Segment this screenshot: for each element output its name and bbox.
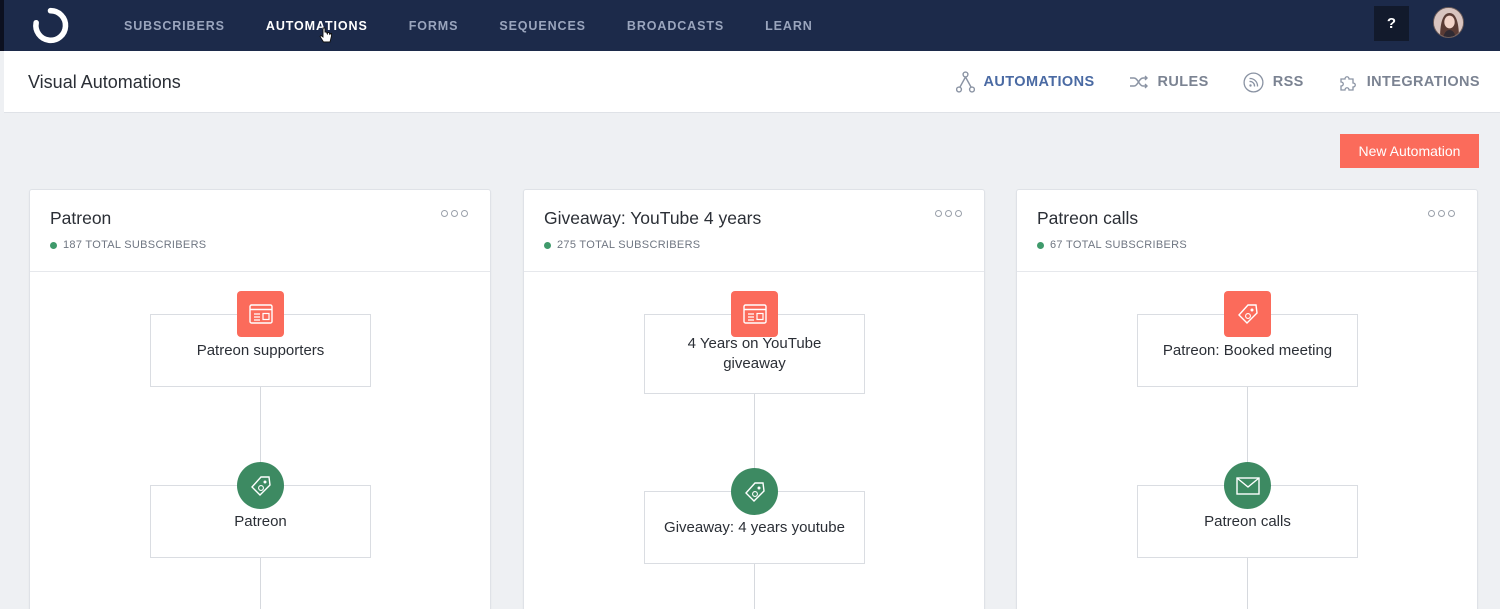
main-nav: SUBSCRIBERS AUTOMATIONS FORMS SEQUENCES … (124, 0, 854, 51)
card-stat-text: 67 TOTAL SUBSCRIBERS (1050, 239, 1188, 251)
tab-integrations[interactable]: INTEGRATIONS (1338, 72, 1480, 92)
card-subscriber-count: 275 TOTAL SUBSCRIBERS (544, 239, 700, 251)
rss-icon (1243, 71, 1264, 93)
card-title[interactable]: Giveaway: YouTube 4 years (544, 208, 761, 229)
user-avatar[interactable] (1433, 7, 1464, 38)
page-title: Visual Automations (28, 72, 181, 92)
card-header: Giveaway: YouTube 4 years 275 TOTAL SUBS… (524, 190, 984, 272)
node-label: Patreon (234, 512, 287, 530)
tab-integrations-label: INTEGRATIONS (1366, 74, 1480, 90)
status-dot-icon (50, 241, 57, 249)
automation-tree-icon (955, 71, 975, 93)
card-subscriber-count: 187 TOTAL SUBSCRIBERS (50, 239, 206, 251)
new-automation-button[interactable]: New Automation (1340, 134, 1479, 168)
more-options-icon[interactable] (932, 210, 962, 217)
node-label: 4 Years on YouTube giveaway (687, 335, 822, 372)
envelope-icon (1224, 462, 1271, 509)
tab-rss[interactable]: RSS (1243, 71, 1304, 93)
status-dot-icon (544, 241, 551, 249)
form-icon (731, 291, 778, 337)
top-navbar: SUBSCRIBERS AUTOMATIONS FORMS SEQUENCES … (0, 0, 1500, 51)
node-label: Giveaway: 4 years youtube (664, 518, 845, 536)
tab-automations[interactable]: AUTOMATIONS (955, 71, 1095, 93)
tag-icon (731, 468, 778, 515)
shuffle-icon (1129, 75, 1148, 89)
nav-automations[interactable]: AUTOMATIONS (266, 19, 368, 33)
card-stat-text: 275 TOTAL SUBSCRIBERS (557, 239, 701, 251)
convertkit-logo-icon[interactable] (32, 7, 69, 44)
automation-card[interactable]: Patreon calls 67 TOTAL SUBSCRIBERS Patre… (1016, 189, 1478, 609)
hand-cursor-icon (319, 27, 332, 43)
automation-subnav: AUTOMATIONS RULES RSS INTEGRATIONS (922, 51, 1480, 113)
puzzle-icon (1340, 76, 1356, 91)
status-dot-icon (1037, 241, 1044, 249)
tab-rules-label: RULES (1157, 74, 1209, 90)
nav-sequences[interactable]: SEQUENCES (499, 19, 586, 33)
tag-icon (237, 462, 284, 509)
nav-subscribers[interactable]: SUBSCRIBERS (124, 19, 225, 33)
more-options-icon[interactable] (438, 210, 468, 217)
node-label: Patreon supporters (196, 341, 325, 359)
tag-icon (1224, 291, 1271, 337)
help-button[interactable]: ? (1374, 6, 1409, 41)
automation-flow: Patreon supporters Patreon (30, 272, 490, 609)
node-label: Patreon: Booked meeting (1162, 341, 1333, 359)
tab-rules[interactable]: RULES (1129, 74, 1209, 90)
card-header: Patreon 187 TOTAL SUBSCRIBERS (30, 190, 490, 272)
card-title[interactable]: Patreon calls (1037, 208, 1138, 229)
more-options-icon[interactable] (1425, 210, 1455, 217)
card-title[interactable]: Patreon (50, 208, 111, 229)
automation-flow: Patreon: Booked meeting Patreon calls (1017, 272, 1477, 609)
automation-flow: 4 Years on YouTube giveaway Giveaway: 4 … (524, 272, 984, 609)
form-icon (237, 291, 284, 337)
page-header: Visual Automations AUTOMATIONS RULES RSS (4, 51, 1500, 113)
tab-automations-label: AUTOMATIONS (983, 74, 1095, 90)
automation-card[interactable]: Giveaway: YouTube 4 years 275 TOTAL SUBS… (523, 189, 985, 609)
avatar-image-icon (1434, 8, 1463, 37)
nav-forms[interactable]: FORMS (409, 19, 459, 33)
card-stat-text: 187 TOTAL SUBSCRIBERS (63, 239, 207, 251)
card-subscriber-count: 67 TOTAL SUBSCRIBERS (1037, 239, 1187, 251)
nav-learn[interactable]: LEARN (765, 19, 813, 33)
node-label: Patreon calls (1204, 512, 1291, 530)
tab-rss-label: RSS (1272, 74, 1304, 90)
automation-card[interactable]: Patreon 187 TOTAL SUBSCRIBERS Patreon su… (29, 189, 491, 609)
nav-broadcasts[interactable]: BROADCASTS (627, 19, 724, 33)
card-header: Patreon calls 67 TOTAL SUBSCRIBERS (1017, 190, 1477, 272)
